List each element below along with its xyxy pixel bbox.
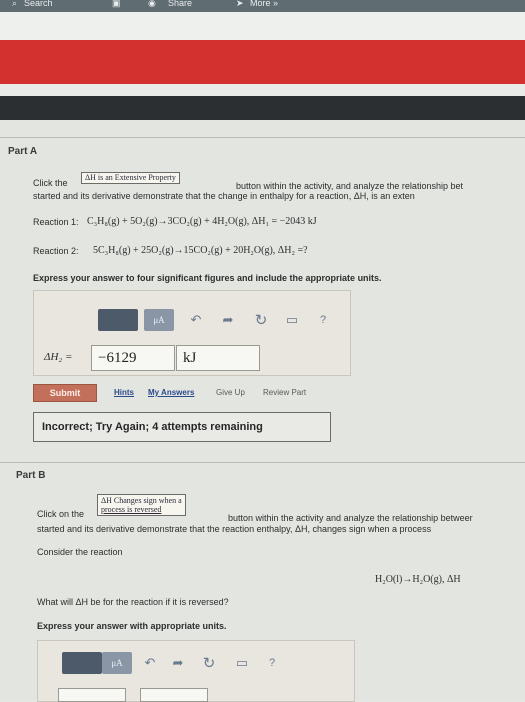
- share-icon: ◉: [148, 0, 156, 8]
- part-b-intro-before: Click on the: [37, 509, 85, 519]
- mu-units-icon-b: μA: [102, 652, 132, 674]
- keyboard-icon[interactable]: ▭: [284, 305, 300, 335]
- part-b-instruction: Express your answer with appropriate uni…: [37, 621, 227, 631]
- help-icon[interactable]: ?: [318, 305, 328, 335]
- window-icon[interactable]: ▣: [112, 0, 121, 9]
- search-icon[interactable]: ⌕: [12, 0, 17, 9]
- share-link[interactable]: Share: [168, 0, 192, 8]
- reaction1-equation: C₃H₈(g) + 5O₂(g)→3CO₂(g) + 4H₂O(g), ΔH₁ …: [87, 216, 317, 227]
- answer-a-value-field[interactable]: −6129: [91, 345, 175, 371]
- changes-sign-button-line2: process is reversed: [101, 505, 162, 514]
- part-a-intro-line2: started and its derivative demonstrate t…: [33, 191, 415, 201]
- undo-icon[interactable]: ↶: [190, 305, 202, 335]
- part-a-title: Part A: [8, 146, 38, 157]
- keyboard-icon-b[interactable]: ▭: [234, 648, 250, 678]
- consider-reaction-text: Consider the reaction: [37, 547, 123, 557]
- template-icon: [98, 309, 138, 331]
- feedback-message: Incorrect; Try Again; 4 attempts remaini…: [33, 412, 331, 442]
- units-button-b[interactable]: μA: [102, 648, 132, 678]
- header-spacer: [0, 12, 525, 40]
- help-icon-b[interactable]: ?: [267, 648, 277, 678]
- template-icon-b: [62, 652, 102, 674]
- give-up-link[interactable]: Give Up: [216, 388, 245, 397]
- extensive-property-button[interactable]: ΔH is an Extensive Property: [81, 172, 180, 184]
- search-link[interactable]: Search: [24, 0, 53, 8]
- part-a-intro-before: Click the: [33, 178, 68, 188]
- template-button-b[interactable]: [62, 648, 102, 678]
- brand-banner: [0, 40, 525, 84]
- reaction2-label: Reaction 2:: [33, 246, 79, 256]
- hints-link[interactable]: Hints: [114, 388, 134, 397]
- more-icon: ➤: [236, 0, 244, 8]
- part-b-title: Part B: [16, 470, 46, 481]
- banner-gap: [0, 84, 525, 96]
- units-button[interactable]: μA: [144, 305, 174, 335]
- undo-icon-b[interactable]: ↶: [144, 648, 156, 678]
- answer-a-label: ΔH₂ =: [44, 351, 73, 363]
- part-b-reaction: H₂O(l)→H₂O(g), ΔH: [375, 574, 461, 585]
- browser-toolbar: ⌕ Search ▣ ◉ Share ➤ More »: [0, 0, 525, 12]
- more-link[interactable]: More »: [250, 0, 278, 8]
- part-b-intro-after: button within the activity and analyze t…: [228, 513, 473, 523]
- my-answers-link[interactable]: My Answers: [148, 388, 194, 397]
- redo-icon[interactable]: ➦: [222, 305, 234, 335]
- answer-a-unit-field[interactable]: kJ: [176, 345, 260, 371]
- mu-units-icon: μA: [144, 309, 174, 331]
- submit-button-a[interactable]: Submit: [33, 384, 97, 402]
- part-a-divider: [0, 137, 525, 138]
- redo-icon-b[interactable]: ➦: [172, 648, 184, 678]
- review-part-link[interactable]: Review Part: [263, 388, 306, 397]
- assignment-content: [0, 120, 525, 700]
- part-b-intro-line2: started and its derivative demonstrate t…: [37, 524, 432, 534]
- reaction1-label: Reaction 1:: [33, 217, 79, 227]
- changes-sign-button-line1: ΔH Changes sign when a: [101, 496, 182, 505]
- part-b-divider: [0, 462, 525, 463]
- part-a-instruction: Express your answer to four significant …: [33, 273, 382, 283]
- reaction2-equation: 5C₃H₈(g) + 25O₂(g)→15CO₂(g) + 20H₂O(g), …: [93, 245, 308, 256]
- reset-icon[interactable]: ↻: [254, 305, 268, 335]
- part-b-question: What will ΔH be for the reaction if it i…: [37, 597, 229, 607]
- changes-sign-button[interactable]: ΔH Changes sign when a process is revers…: [97, 494, 186, 516]
- reset-icon-b[interactable]: ↻: [202, 648, 216, 678]
- math-toolbar-b: μA ↶ ➦ ↻ ▭ ?: [62, 648, 292, 678]
- template-button[interactable]: [98, 305, 138, 335]
- math-toolbar-a: μA ↶ ➦ ↻ ▭ ?: [96, 305, 341, 335]
- dark-nav-band: [0, 96, 525, 120]
- part-a-intro-after: button within the activity, and analyze …: [236, 181, 463, 191]
